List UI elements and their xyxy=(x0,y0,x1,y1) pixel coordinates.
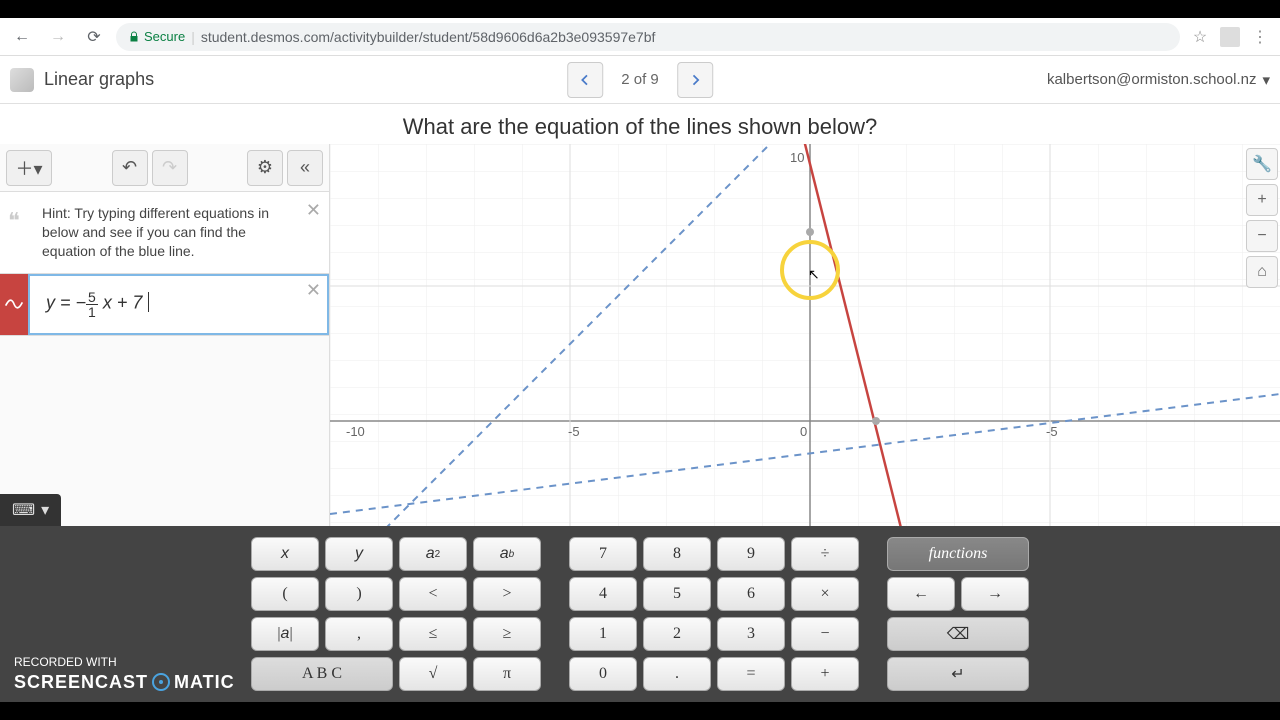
key-dot[interactable]: . xyxy=(643,657,711,691)
key-le[interactable]: ≤ xyxy=(399,617,467,651)
key-rparen[interactable]: ) xyxy=(325,577,393,611)
app-logo xyxy=(10,68,34,92)
key-minus[interactable]: − xyxy=(791,617,859,651)
xtick: -10 xyxy=(346,424,365,439)
key-gt[interactable]: > xyxy=(473,577,541,611)
zoom-out-button[interactable]: − xyxy=(1246,220,1278,252)
ytick: 10 xyxy=(790,150,804,165)
lock-icon xyxy=(128,31,140,43)
bookmark-star-icon[interactable]: ☆ xyxy=(1188,25,1212,49)
expression-color-icon[interactable] xyxy=(0,274,28,335)
key-1[interactable]: 1 xyxy=(569,617,637,651)
expression-toolbar: ＋▾ ↶ ↷ ⚙ « xyxy=(0,144,329,192)
home-zoom-button[interactable]: ⌂ xyxy=(1246,256,1278,288)
reload-button[interactable]: ⟳ xyxy=(80,23,108,51)
redo-button[interactable]: ↷ xyxy=(152,150,188,186)
back-button[interactable]: ← xyxy=(8,23,36,51)
key-comma[interactable]: , xyxy=(325,617,393,651)
user-menu[interactable]: kalbertson@ormiston.school.nz ▾ xyxy=(1047,71,1270,89)
app-header: Linear graphs 2 of 9 kalbertson@ormiston… xyxy=(0,56,1280,104)
next-page-button[interactable] xyxy=(677,62,713,98)
wrench-button[interactable]: 🔧 xyxy=(1246,148,1278,180)
zoom-in-button[interactable]: + xyxy=(1246,184,1278,216)
key-eq[interactable]: = xyxy=(717,657,785,691)
key-power[interactable]: ab xyxy=(473,537,541,571)
hint-box: ❝ Hint: Try typing different equations i… xyxy=(0,192,329,274)
key-square[interactable]: a2 xyxy=(399,537,467,571)
key-4[interactable]: 4 xyxy=(569,577,637,611)
page-indicator: 2 of 9 xyxy=(621,71,659,88)
key-x[interactable]: x xyxy=(251,537,319,571)
browser-toolbar: ← → ⟳ Secure | student.desmos.com/activi… xyxy=(0,18,1280,56)
key-sqrt[interactable]: √ xyxy=(399,657,467,691)
secure-indicator: Secure xyxy=(128,29,185,44)
key-plus[interactable]: + xyxy=(791,657,859,691)
key-abc[interactable]: A B C xyxy=(251,657,393,691)
key-div[interactable]: ÷ xyxy=(791,537,859,571)
extension-icon[interactable] xyxy=(1220,27,1240,47)
graph-canvas[interactable]: -10 -5 0 -5 10 ↖ 🔧 + − ⌂ xyxy=(330,144,1280,544)
key-ge[interactable]: ≥ xyxy=(473,617,541,651)
onscreen-keyboard: x y a2 ab ( ) < > |a| , ≤ ≥ A B C √ π 7 … xyxy=(0,526,1280,702)
key-0[interactable]: 0 xyxy=(569,657,637,691)
key-functions[interactable]: functions xyxy=(887,537,1029,571)
key-left[interactable]: ← xyxy=(887,577,955,611)
key-7[interactable]: 7 xyxy=(569,537,637,571)
pager: 2 of 9 xyxy=(567,62,713,98)
forward-button[interactable]: → xyxy=(44,23,72,51)
keyboard-icon: ⌨ xyxy=(12,500,35,520)
key-enter[interactable]: ↵ xyxy=(887,657,1029,691)
key-y[interactable]: y xyxy=(325,537,393,571)
key-8[interactable]: 8 xyxy=(643,537,711,571)
keyboard-toggle[interactable]: ⌨ ▾ xyxy=(0,494,61,526)
key-abs[interactable]: |a| xyxy=(251,617,319,651)
key-mul[interactable]: × xyxy=(791,577,859,611)
question-text: What are the equation of the lines shown… xyxy=(0,104,1280,144)
key-backspace[interactable]: ⌫ xyxy=(887,617,1029,651)
add-expression-button[interactable]: ＋▾ xyxy=(6,150,52,186)
key-5[interactable]: 5 xyxy=(643,577,711,611)
key-6[interactable]: 6 xyxy=(717,577,785,611)
key-lparen[interactable]: ( xyxy=(251,577,319,611)
activity-title: Linear graphs xyxy=(44,69,154,90)
key-3[interactable]: 3 xyxy=(717,617,785,651)
key-2[interactable]: 2 xyxy=(643,617,711,651)
gear-icon: ⚙ xyxy=(257,157,273,178)
settings-button[interactable]: ⚙ xyxy=(247,150,283,186)
undo-button[interactable]: ↶ xyxy=(112,150,148,186)
quote-icon: ❝ xyxy=(8,206,20,236)
key-9[interactable]: 9 xyxy=(717,537,785,571)
browser-menu-icon[interactable]: ⋮ xyxy=(1248,25,1272,49)
xtick: -5 xyxy=(568,424,580,439)
expression-panel: ＋▾ ↶ ↷ ⚙ « ❝ Hint: Try typing different … xyxy=(0,144,330,544)
chevron-down-icon: ▾ xyxy=(1262,71,1270,89)
delete-expression-button[interactable]: ✕ xyxy=(306,280,321,301)
address-bar[interactable]: Secure | student.desmos.com/activitybuil… xyxy=(116,23,1180,51)
expression-row[interactable]: y = −51 x + 7 ✕ xyxy=(0,274,329,336)
prev-page-button[interactable] xyxy=(567,62,603,98)
expression-input[interactable]: y = −51 x + 7 ✕ xyxy=(28,274,329,335)
xtick: 0 xyxy=(800,424,807,439)
collapse-panel-button[interactable]: « xyxy=(287,150,323,186)
xtick: -5 xyxy=(1046,424,1058,439)
close-hint-button[interactable]: ✕ xyxy=(306,198,321,222)
key-lt[interactable]: < xyxy=(399,577,467,611)
key-pi[interactable]: π xyxy=(473,657,541,691)
key-right[interactable]: → xyxy=(961,577,1029,611)
